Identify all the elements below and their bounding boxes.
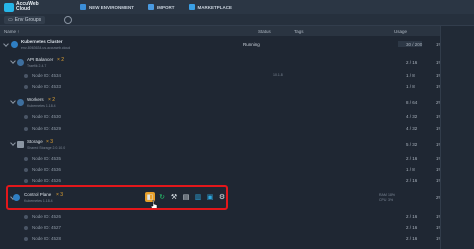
layer-row-api-balancer[interactable]: API Balancer × 2 Traefik 2.4.7 2 / 16 1% — [0, 57, 443, 69]
node-id: Node ID: 4526 — [32, 178, 62, 183]
layer-row-storage[interactable]: Storage × 3 Shared Storage 2.0.10.0 5 / … — [0, 139, 443, 151]
top-bar: AccuWeb Cloud NEW ENVIRONMENT IMPORT MAR… — [0, 0, 474, 14]
node-row[interactable]: Node ID: 4536 1 / 8 1% — [0, 166, 443, 175]
node-id: Node ID: 4536 — [32, 167, 62, 172]
layer-cloudlets: 8 / 64 — [406, 100, 418, 105]
environment-domain[interactable]: env-8063634.us.accuweb.cloud — [21, 46, 70, 50]
column-name[interactable]: Name ↑ — [4, 29, 20, 34]
env-toolbar: ▭ Env Groups — [0, 14, 474, 26]
node-cloudlets: 2 / 16 — [406, 236, 418, 241]
node-id: Node ID: 4533 — [32, 84, 62, 89]
node-id: Node ID: 4535 — [32, 156, 62, 161]
layer-stack: Shared Storage 2.0.10.0 — [27, 146, 66, 150]
node-icon — [24, 215, 28, 219]
node-row[interactable]: Node ID: 4526 2 / 16 1% — [0, 213, 443, 222]
layer-cloudlets: 2 / 16 — [406, 60, 418, 65]
collapse-arrow-icon[interactable] — [3, 41, 9, 47]
logo[interactable]: AccuWeb Cloud — [0, 2, 76, 12]
top-nav: NEW ENVIRONMENT IMPORT MARKETPLACE — [80, 4, 232, 10]
environment-status: Running — [243, 42, 260, 47]
node-row[interactable]: Node ID: 4528 2 / 16 1% — [0, 235, 443, 244]
layer-stack: Kubernetes 1.18.4 — [27, 104, 56, 108]
table-header: Name ↑ Status Tags Usage — [0, 26, 474, 36]
node-cloudlets: 2 / 16 — [406, 225, 418, 230]
node-row[interactable]: Node ID: 4533 1 / 8 1% — [0, 83, 443, 92]
right-panel — [440, 26, 474, 249]
import-button[interactable]: IMPORT — [148, 4, 175, 10]
node-row[interactable]: Node ID: 4527 2 / 16 1% — [0, 224, 443, 233]
highlight-frame — [6, 185, 228, 210]
cloud-logo-icon — [4, 2, 14, 12]
environment-row[interactable]: Kubernetes Cluster env-8063634.us.accuwe… — [0, 37, 443, 53]
cloudlets-count: 30 / 200 — [406, 42, 423, 47]
marketplace-button[interactable]: MARKETPLACE — [188, 4, 232, 10]
layer-row-workers[interactable]: Workers × 2 Kubernetes 1.18.4 8 / 64 2% — [0, 97, 443, 109]
node-cloudlets: 4 / 32 — [406, 114, 418, 119]
environment-name[interactable]: Kubernetes Cluster — [21, 39, 63, 44]
layer-name[interactable]: API Balancer — [27, 57, 53, 62]
node-id: Node ID: 4527 — [32, 225, 62, 230]
marketplace-icon — [188, 4, 195, 10]
node-id: Node ID: 4530 — [32, 114, 62, 119]
node-icon — [24, 74, 28, 78]
ram-label: RAM — [379, 193, 387, 197]
node-cloudlets: 2 / 16 — [406, 156, 418, 161]
node-icon — [24, 237, 28, 241]
node-cloudlets: 2 / 16 — [406, 214, 418, 219]
node-icon — [24, 179, 28, 183]
kubernetes-icon — [11, 41, 18, 48]
node-icon — [24, 226, 28, 230]
settings-icon[interactable] — [64, 15, 73, 24]
folder-icon: ▭ — [8, 16, 13, 23]
node-row[interactable]: Node ID: 4535 2 / 16 1% — [0, 155, 443, 164]
storage-icon — [17, 141, 24, 148]
node-id: Node ID: 4529 — [32, 126, 62, 131]
env-groups-button[interactable]: ▭ Env Groups — [4, 15, 46, 24]
kubernetes-icon — [17, 99, 24, 106]
layer-name[interactable]: Workers — [27, 97, 44, 102]
collapse-arrow-icon[interactable] — [10, 58, 16, 64]
collapse-arrow-icon[interactable] — [10, 140, 16, 146]
column-tags: Tags — [294, 29, 304, 34]
node-icon — [24, 127, 28, 131]
cpu-label: CPU — [379, 198, 387, 202]
traefik-icon — [17, 59, 24, 66]
node-icon — [24, 168, 28, 172]
layer-count: × 3 — [46, 139, 54, 145]
node-cloudlets: 2 / 16 — [406, 178, 418, 183]
cpu-value: 3% — [388, 198, 394, 202]
node-id: Node ID: 4534 — [32, 73, 62, 78]
collapse-arrow-icon[interactable] — [10, 98, 16, 104]
layer-count: × 2 — [57, 57, 65, 63]
node-cloudlets: 4 / 32 — [406, 126, 418, 131]
layer-cloudlets: 5 / 32 — [406, 142, 418, 147]
node-row[interactable]: Node ID: 4534 10.1.8 1 / 8 1% — [0, 72, 443, 81]
logo-line2: Cloud — [16, 6, 31, 12]
node-row[interactable]: Node ID: 4529 4 / 32 1% — [0, 125, 443, 134]
node-icon — [24, 115, 28, 119]
new-environment-icon — [80, 4, 86, 10]
layer-stack: Traefik 2.4.7 — [27, 64, 47, 68]
node-icon — [24, 85, 28, 89]
layer-name[interactable]: Storage — [27, 139, 43, 144]
node-id: Node ID: 4528 — [32, 236, 62, 241]
node-row[interactable]: Node ID: 4530 4 / 32 1% — [0, 113, 443, 122]
column-usage: Usage — [394, 29, 408, 34]
column-status: Status — [258, 29, 271, 34]
new-environment-button[interactable]: NEW ENVIRONMENT — [80, 4, 134, 10]
node-cloudlets: 1 / 8 — [406, 73, 415, 78]
node-id: Node ID: 4526 — [32, 214, 62, 219]
node-cloudlets: 1 / 8 — [406, 167, 415, 172]
layer-count: × 2 — [48, 97, 56, 103]
node-cloudlets: 1 / 8 — [406, 84, 415, 89]
node-icon — [24, 157, 28, 161]
ram-value: 18% — [388, 193, 396, 197]
import-icon — [148, 4, 154, 10]
